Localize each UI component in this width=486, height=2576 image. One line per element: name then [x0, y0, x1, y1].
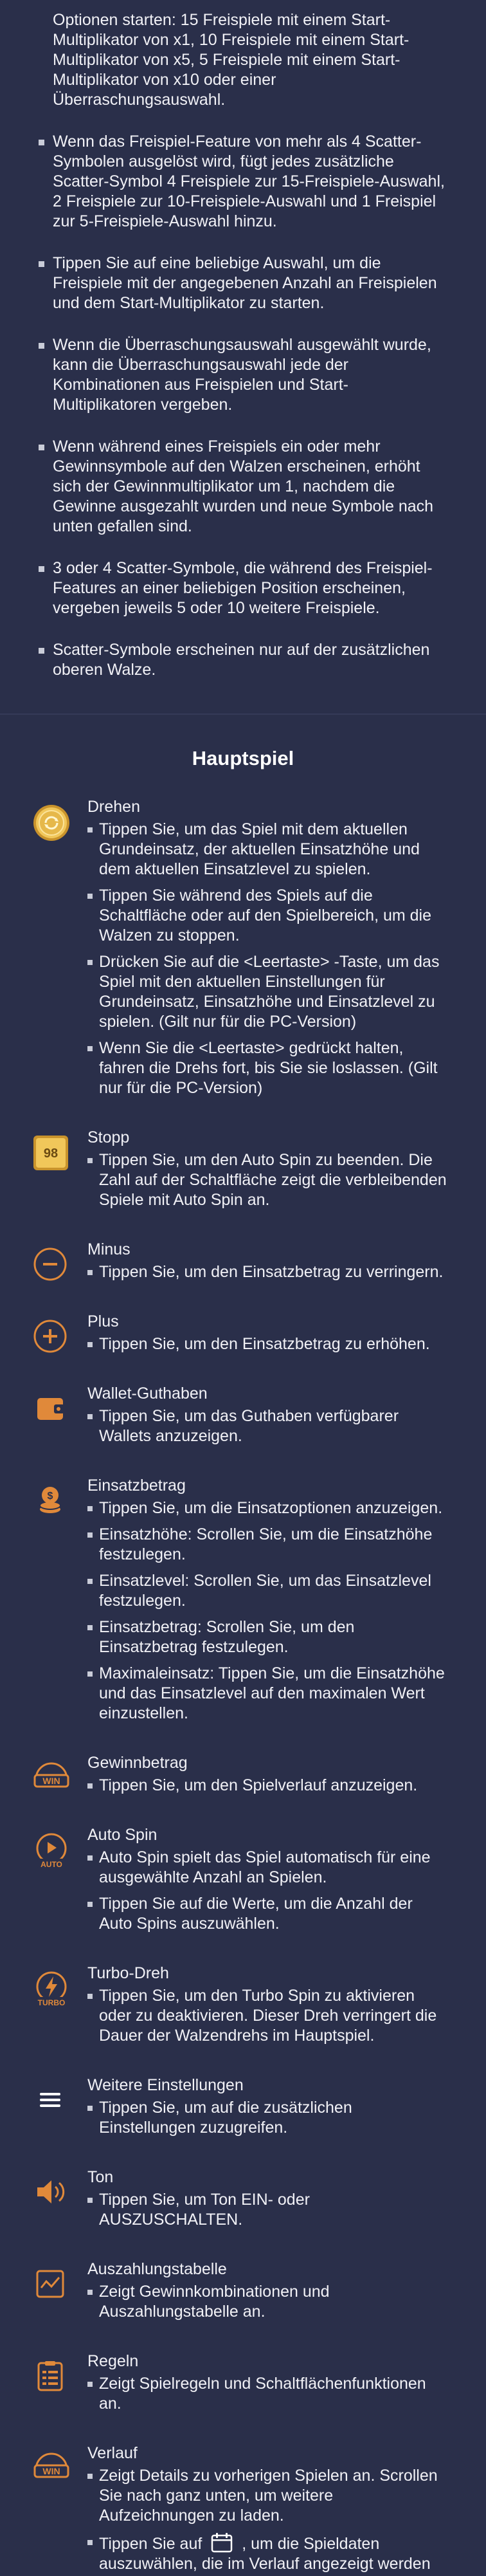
item-bullet: Zeigt Details zu vorherigen Spielen an. … — [87, 2466, 447, 2526]
turbo-label: TURBO — [38, 1998, 66, 2007]
item-bullet: Tippen Sie auf die Werte, um die Anzahl … — [87, 1894, 447, 1934]
help-item-einsatzbetrag: $ Einsatzbetrag Tippen Sie, um die Einsa… — [0, 1476, 486, 1730]
stop-badge-count: 98 — [44, 1146, 58, 1161]
item-bullet: Tippen Sie, um auf die zusätzlichen Eins… — [87, 2098, 447, 2138]
item-title: Verlauf — [87, 2444, 138, 2462]
item-bullet-calendar: Tippen Sie auf , um die Spieldaten auszu… — [87, 2532, 447, 2576]
item-bullet: Einsatzlevel: Scrollen Sie, um das Einsa… — [87, 1571, 447, 1611]
item-title: Wallet-Guthaben — [87, 1385, 208, 1403]
wallet-icon — [37, 1398, 64, 1420]
item-bullet: Zeigt Spielregeln und Schaltflächenfunkt… — [87, 2374, 447, 2414]
help-item-drehen: Drehen Tippen Sie, um das Spiel mit dem … — [0, 797, 486, 1105]
item-bullet: Tippen Sie, um den Einsatzbetrag zu verr… — [87, 1262, 447, 1282]
help-item-regeln: Regeln Zeigt Spielregeln und Schaltfläch… — [0, 2351, 486, 2420]
item-bullet: Einsatzhöhe: Scrollen Sie, um die Einsat… — [87, 1525, 447, 1565]
stop-badge-icon: 98 — [33, 1136, 68, 1170]
help-item-verlauf: WIN Verlauf Zeigt Details zu vorherigen … — [0, 2443, 486, 2576]
help-item-weitere-einstellungen: Weitere Einstellungen Tippen Sie, um auf… — [0, 2075, 486, 2144]
item-bullet: Tippen Sie während des Spiels auf die Sc… — [87, 886, 447, 946]
item-bullet: Zeigt Gewinnkombinationen und Auszahlung… — [87, 2282, 447, 2322]
calendar-icon — [210, 2532, 233, 2553]
item-bullet: Auto Spin spielt das Spiel automatisch f… — [87, 1848, 447, 1888]
item-bullet: Tippen Sie, um den Auto Spin zu beenden.… — [87, 1150, 447, 1210]
svg-text:$: $ — [48, 1491, 53, 1502]
rule-item: Wenn die Überraschungsauswahl ausgewählt… — [39, 335, 447, 415]
item-bullet: Maximaleinsatz: Tippen Sie, um die Einsa… — [87, 1664, 447, 1724]
help-item-wallet: Wallet-Guthaben Tippen Sie, um das Gutha… — [0, 1384, 486, 1453]
item-bullet: Wenn Sie die <Leertaste> gedrückt halten… — [87, 1038, 447, 1098]
speaker-icon — [37, 2180, 65, 2203]
rule-item: Optionen starten: 15 Freispiele mit eine… — [53, 11, 410, 109]
rule-item: Scatter-Symbole erscheinen nur auf der z… — [39, 640, 447, 680]
rule-item: Wenn das Freispiel-Feature von mehr als … — [39, 132, 447, 232]
rule-item: Wenn während eines Freispiels ein oder m… — [39, 437, 447, 537]
free-spins-rules: Optionen starten: 15 Freispiele mit eine… — [0, 0, 486, 680]
help-item-stopp: 98 Stopp Tippen Sie, um den Auto Spin zu… — [0, 1128, 486, 1217]
item-title: Turbo-Dreh — [87, 1964, 169, 1982]
help-item-plus: Plus Tippen Sie, um den Einsatzbetrag zu… — [0, 1312, 486, 1361]
history-win-label: WIN — [42, 2466, 60, 2476]
item-title: Minus — [87, 1240, 130, 1258]
help-page: Optionen starten: 15 Freispiele mit eine… — [0, 0, 486, 2576]
calendar-bullet-before: Tippen Sie auf — [99, 2535, 203, 2553]
turbo-icon: TURBO — [36, 1971, 67, 2007]
item-bullet: Tippen Sie, um den Spielverlauf anzuzeig… — [87, 1776, 447, 1796]
win-icon: WIN — [33, 1762, 69, 1788]
item-title: Einsatzbetrag — [87, 1477, 186, 1495]
help-item-ton: Ton Tippen Sie, um Ton EIN- oder AUSZUSC… — [0, 2167, 486, 2236]
item-bullet: Tippen Sie, um das Spiel mit dem aktuell… — [87, 820, 447, 879]
coin-stack-icon: $ — [39, 1487, 61, 1513]
item-title: Auszahlungstabelle — [87, 2260, 227, 2278]
item-bullet: Tippen Sie, um den Turbo Spin zu aktivie… — [87, 1986, 447, 2046]
help-item-turbo: TURBO Turbo-Dreh Tippen Sie, um den Turb… — [0, 1964, 486, 2052]
rules-icon — [37, 2361, 63, 2391]
item-bullet: Tippen Sie, um den Einsatzbetrag zu erhö… — [87, 1334, 447, 1354]
help-item-auszahlungstabelle: Auszahlungstabelle Zeigt Gewinnkombinati… — [0, 2259, 486, 2328]
item-bullet: Tippen Sie, um die Einsatzoptionen anzuz… — [87, 1498, 447, 1518]
menu-icon — [40, 2093, 60, 2107]
section-divider — [0, 713, 486, 715]
help-item-minus: Minus Tippen Sie, um den Einsatzbetrag z… — [0, 1240, 486, 1289]
auto-spin-icon: AUTO — [36, 1833, 67, 1869]
item-bullet: Einsatzbetrag: Scrollen Sie, um den Eins… — [87, 1617, 447, 1657]
item-bullet: Drücken Sie auf die <Leertaste> -Taste, … — [87, 952, 447, 1032]
item-bullet: Tippen Sie, um Ton EIN- oder AUSZUSCHALT… — [87, 2190, 447, 2230]
plus-icon — [33, 1320, 67, 1353]
item-title: Weitere Einstellungen — [87, 2076, 244, 2094]
item-title: Stopp — [87, 1128, 130, 1146]
help-item-auto-spin: AUTO Auto Spin Auto Spin spielt das Spie… — [0, 1825, 486, 1940]
spin-coin-icon — [33, 805, 69, 841]
item-title: Regeln — [87, 2352, 139, 2370]
rule-item: 3 oder 4 Scatter-Symbole, die während de… — [39, 558, 447, 618]
history-icon: WIN — [33, 2452, 69, 2478]
help-item-gewinnbetrag: WIN Gewinnbetrag Tippen Sie, um den Spie… — [0, 1753, 486, 1802]
auto-label: AUTO — [40, 1860, 62, 1869]
item-bullet: Tippen Sie, um das Guthaben verfügbarer … — [87, 1406, 447, 1446]
item-title: Plus — [87, 1312, 119, 1330]
win-label: WIN — [42, 1776, 60, 1786]
minus-icon — [33, 1247, 67, 1281]
item-title: Gewinnbetrag — [87, 1754, 188, 1772]
item-title: Ton — [87, 2168, 114, 2186]
item-title: Drehen — [87, 798, 140, 816]
item-title: Auto Spin — [87, 1826, 158, 1844]
rule-item: Tippen Sie auf eine beliebige Auswahl, u… — [39, 253, 447, 313]
section-title: Hauptspiel — [192, 747, 294, 769]
paytable-icon — [36, 2270, 64, 2298]
